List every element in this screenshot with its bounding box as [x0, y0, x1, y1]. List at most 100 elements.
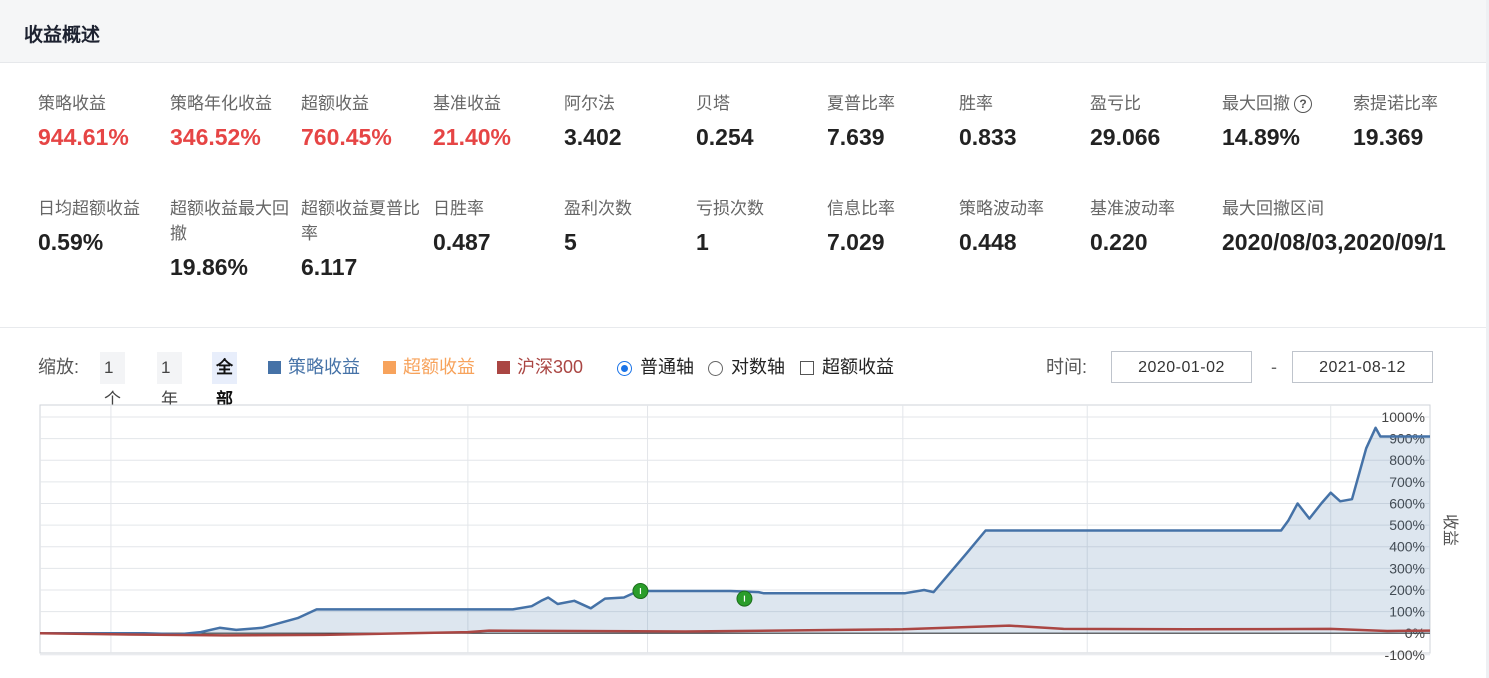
metric-label-text: 日胜率 [433, 199, 484, 218]
metric-label: 日均超额收益 [38, 196, 166, 221]
radio-unselected-icon [708, 361, 723, 376]
metric-label: 策略波动率 [959, 196, 1087, 221]
legend-excess-label: 超额收益 [403, 357, 475, 377]
returns-chart[interactable]: 1000%900%800%700%600%500%400%300%200%100… [0, 395, 1489, 678]
metric-label: 索提诺比率 [1353, 91, 1481, 116]
zoom-1-month-button[interactable]: 1个月 [100, 352, 125, 441]
y-tick-label: 1000% [1381, 409, 1425, 425]
metric-value: 0.254 [696, 124, 754, 150]
date-from-input[interactable]: 2020-01-02 [1111, 351, 1252, 383]
excess-swatch [383, 361, 396, 374]
metric-label: 亏损次数 [696, 196, 824, 221]
metric-item: 超额收益最大回撤 19.86% [170, 196, 298, 282]
metric-item: 日均超额收益 0.59% [38, 196, 166, 257]
metric-value: 14.89% [1222, 124, 1301, 150]
metric-label: 胜率 [959, 91, 1087, 116]
metric-value: 3.402 [564, 124, 622, 150]
metric-label: 基准收益 [433, 91, 561, 116]
metric-item: 超额收益 760.45% [301, 91, 429, 152]
metric-label-text: 胜率 [959, 94, 993, 113]
metric-label-text: 最大回撤 [1222, 94, 1290, 113]
metric-item: 亏损次数 1 [696, 196, 824, 257]
date-separator: - [1271, 357, 1277, 377]
radio-selected-icon [617, 361, 632, 376]
metric-label: 夏普比率 [827, 91, 955, 116]
metric-item: 胜率 0.833 [959, 91, 1087, 152]
metric-value: 0.487 [433, 229, 491, 255]
metric-value: 29.066 [1090, 124, 1161, 150]
metric-label-text: 盈亏比 [1090, 94, 1141, 113]
metric-label-text: 超额收益最大回撤 [170, 199, 289, 243]
metric-item: 最大回撤区间 2020/08/03,2020/09/1 [1222, 196, 1489, 257]
legend-strategy[interactable]: 策略收益 [268, 350, 360, 384]
metric-value: 0.220 [1090, 229, 1148, 255]
excess-checkbox[interactable]: 超额收益 [800, 350, 894, 384]
metric-value: 5 [564, 229, 577, 255]
metric-item: 盈利次数 5 [564, 196, 692, 257]
metric-label: 策略年化收益 [170, 91, 298, 116]
metric-item: 信息比率 7.029 [827, 196, 955, 257]
metric-value: 7.639 [827, 124, 885, 150]
metric-label: 盈亏比 [1090, 91, 1218, 116]
metric-item: 基准波动率 0.220 [1090, 196, 1218, 257]
section-title: 收益概述 [24, 25, 101, 46]
section-divider [0, 327, 1486, 328]
metric-label: 基准波动率 [1090, 196, 1218, 221]
metric-label: 最大回撤? [1222, 91, 1350, 116]
metric-label-text: 盈利次数 [564, 199, 632, 218]
metric-value: 1 [696, 229, 709, 255]
metric-label: 日胜率 [433, 196, 561, 221]
metric-label-text: 基准收益 [433, 94, 501, 113]
normal-axis-radio[interactable]: 普通轴 [617, 350, 694, 384]
checkbox-icon [800, 361, 814, 375]
metric-label: 贝塔 [696, 91, 824, 116]
metric-value: 760.45% [301, 124, 392, 150]
metric-label-text: 策略年化收益 [170, 94, 272, 113]
metric-item: 策略波动率 0.448 [959, 196, 1087, 257]
metric-value: 0.833 [959, 124, 1017, 150]
metric-label: 盈利次数 [564, 196, 692, 221]
metric-item: 索提诺比率 19.369 [1353, 91, 1481, 152]
metric-value: 6.117 [301, 254, 358, 280]
metric-label-text: 策略波动率 [959, 199, 1044, 218]
metric-label-text: 最大回撤区间 [1222, 199, 1324, 218]
metric-label-text: 贝塔 [696, 94, 730, 113]
metric-value: 0.59% [38, 229, 104, 255]
y-tick-label: -100% [1385, 647, 1425, 663]
help-icon[interactable]: ? [1294, 95, 1312, 113]
legend-excess[interactable]: 超额收益 [383, 350, 475, 384]
metric-item: 阿尔法 3.402 [564, 91, 692, 152]
metric-label-text: 阿尔法 [564, 94, 615, 113]
metric-value: 21.40% [433, 124, 512, 150]
metric-item: 贝塔 0.254 [696, 91, 824, 152]
metric-label-text: 日均超额收益 [38, 199, 140, 218]
legend-hs300[interactable]: 沪深300 [497, 350, 583, 384]
strategy-swatch [268, 361, 281, 374]
metric-label: 最大回撤区间 [1222, 196, 1489, 221]
metric-label: 策略收益 [38, 91, 166, 116]
metric-item: 最大回撤? 14.89% [1222, 91, 1350, 152]
log-axis-label: 对数轴 [731, 357, 785, 377]
normal-axis-label: 普通轴 [640, 357, 694, 377]
metric-value: 944.61% [38, 124, 129, 150]
metric-label: 超额收益夏普比率 [301, 196, 429, 246]
metric-value: 7.029 [827, 229, 885, 255]
metric-label-text: 索提诺比率 [1353, 94, 1438, 113]
legend-strategy-label: 策略收益 [288, 357, 360, 377]
metric-value: 0.448 [959, 229, 1017, 255]
metric-value: 346.52% [170, 124, 261, 150]
date-to-input[interactable]: 2021-08-12 [1292, 351, 1433, 383]
metric-value: 19.86% [170, 254, 249, 280]
metric-item: 策略年化收益 346.52% [170, 91, 298, 152]
metric-label: 阿尔法 [564, 91, 692, 116]
time-label: 时间: [1046, 357, 1088, 377]
zoom-1-year-button[interactable]: 1年 [157, 352, 182, 409]
log-axis-radio[interactable]: 对数轴 [708, 350, 785, 384]
metric-label-text: 亏损次数 [696, 199, 764, 218]
metric-label-text: 超额收益夏普比率 [301, 199, 420, 243]
metric-value: 2020/08/03,2020/09/1 [1222, 229, 1446, 255]
metric-value: 19.369 [1353, 124, 1424, 150]
metric-label-text: 夏普比率 [827, 94, 895, 113]
zoom-all-button[interactable]: 全部 [212, 352, 237, 409]
metric-item: 基准收益 21.40% [433, 91, 561, 152]
